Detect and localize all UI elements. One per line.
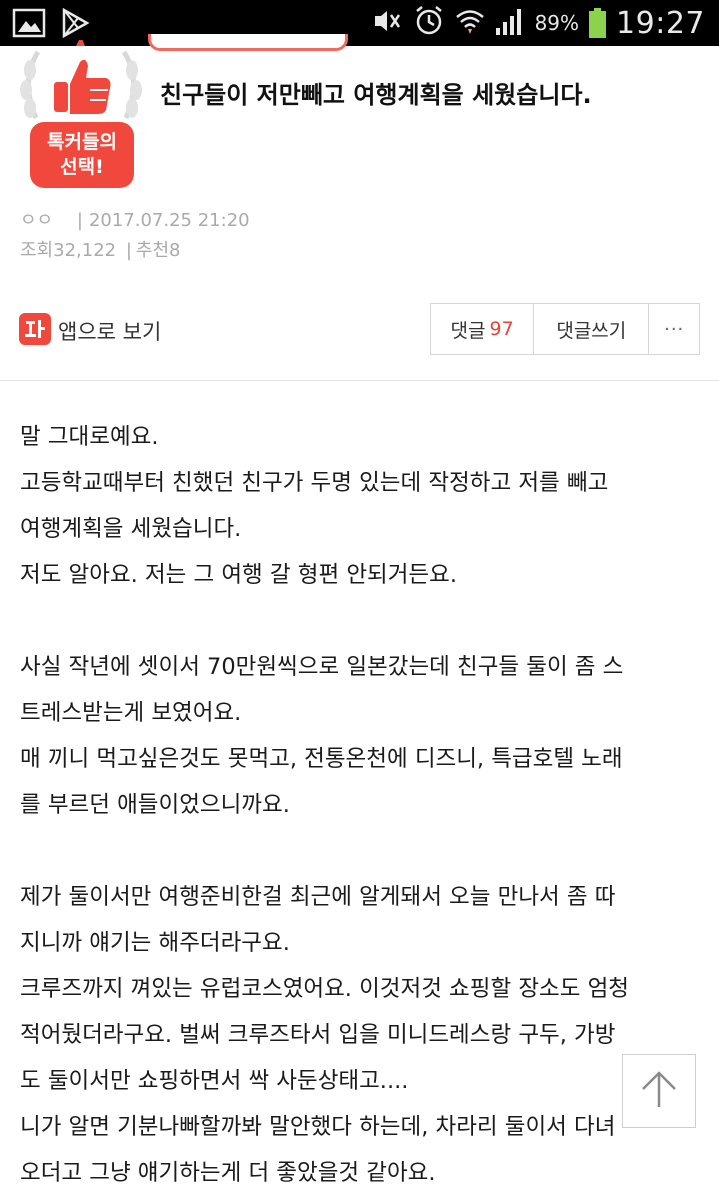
mute-icon xyxy=(369,7,403,39)
write-comment-button[interactable]: 댓글쓰기 xyxy=(534,304,650,354)
body-text-line: 말 그대로예요. xyxy=(20,424,159,450)
badge-label: 톡커들의 선택! xyxy=(30,122,134,188)
body-text-line: 를 부르던 애들이었으니까요. xyxy=(20,792,290,818)
body-text-line: 지니까 얘기는 해주더라구요. xyxy=(20,930,290,956)
post-content: 말 그대로예요. 고등학교때부터 친했던 친구가 두명 있는데 작정하고 저를 빼… xyxy=(20,414,710,1196)
body-text-line: 도 둘이서만 쇼핑하면서 싹 사둔상태고.... xyxy=(20,1068,409,1094)
body-text-line: 제가 둘이서만 여행준비한걸 최근에 알게돼서 오늘 만나서 좀 따 xyxy=(20,884,616,910)
gallery-icon xyxy=(12,7,46,43)
app-view-label: 앱으로 보기 xyxy=(58,320,162,344)
post-meta-author-date: ㅇㅇ | 2017.07.25 21:20 xyxy=(20,210,250,231)
more-menu-button[interactable]: ··· xyxy=(649,304,699,354)
battery-icon xyxy=(589,8,607,38)
author-name[interactable]: ㅇㅇ xyxy=(20,210,53,231)
scroll-to-top-button[interactable] xyxy=(622,1054,696,1128)
views-count: 32,122 xyxy=(53,240,117,261)
recommend-label: 추천 xyxy=(135,240,170,261)
body-text-line: 크루즈까지 껴있는 유럽코스였어요. 이것저것 쇼핑할 장소도 엄청 xyxy=(20,976,629,1002)
body-text-line: 니가 알면 기분나빠할까봐 말안했다 하는데, 차라리 둘이서 다녀 xyxy=(20,1114,616,1140)
post-date: 2017.07.25 21:20 xyxy=(88,210,250,231)
signal-icon xyxy=(495,6,525,40)
body-text-line: 저도 알아요. 저는 그 여행 갈 형편 안되거든요. xyxy=(20,562,457,588)
top-tab-edge xyxy=(148,34,348,51)
body-text-line: 매 끼니 먹고싶은것도 못먹고, 전통온천에 디즈니, 특급호텔 노래 xyxy=(20,746,623,772)
comments-count: 97 xyxy=(489,318,514,340)
comment-actions: 댓글 97 댓글쓰기 ··· xyxy=(430,303,700,355)
app-view-link[interactable]: 앱으로 보기 xyxy=(18,312,161,350)
recommend-count: 8 xyxy=(169,240,181,261)
body-text-line: 여행계획을 세웠습니다. xyxy=(20,516,242,542)
clock: 19:27 xyxy=(616,5,705,41)
battery-percent: 89% xyxy=(534,11,580,35)
body-text-line: 트레스받는게 보였어요. xyxy=(20,700,242,726)
divider xyxy=(0,380,719,381)
talker-choice-badge: 톡커들의 선택! xyxy=(16,40,146,192)
body-text-line: 오더고 그냥 얘기하는게 더 좋았을것 같아요. xyxy=(20,1160,436,1186)
wifi-icon xyxy=(455,6,485,40)
body-text-line: 사실 작년에 셋이서 70만원씩으로 일본갔는데 친구들 둘이 좀 스 xyxy=(20,654,624,680)
post-meta-stats: 조회32,122 | 추천8 xyxy=(20,240,181,261)
arrow-up-icon xyxy=(639,1067,679,1115)
body-text-line: 적어뒀더라구요. 벌써 크루즈타서 입을 미니드레스랑 구두, 가방 xyxy=(20,1022,616,1048)
page-title: 친구들이 저만빼고 여행계획을 세웠습니다. xyxy=(160,81,592,109)
comments-button[interactable]: 댓글 97 xyxy=(431,304,535,354)
play-store-icon xyxy=(60,7,90,43)
pann-app-icon xyxy=(18,312,52,350)
body-text-line: 고등학교때부터 친했던 친구가 두명 있는데 작정하고 저를 빼고 xyxy=(20,470,609,496)
views-label: 조회 xyxy=(20,240,54,261)
alarm-icon xyxy=(413,5,445,41)
